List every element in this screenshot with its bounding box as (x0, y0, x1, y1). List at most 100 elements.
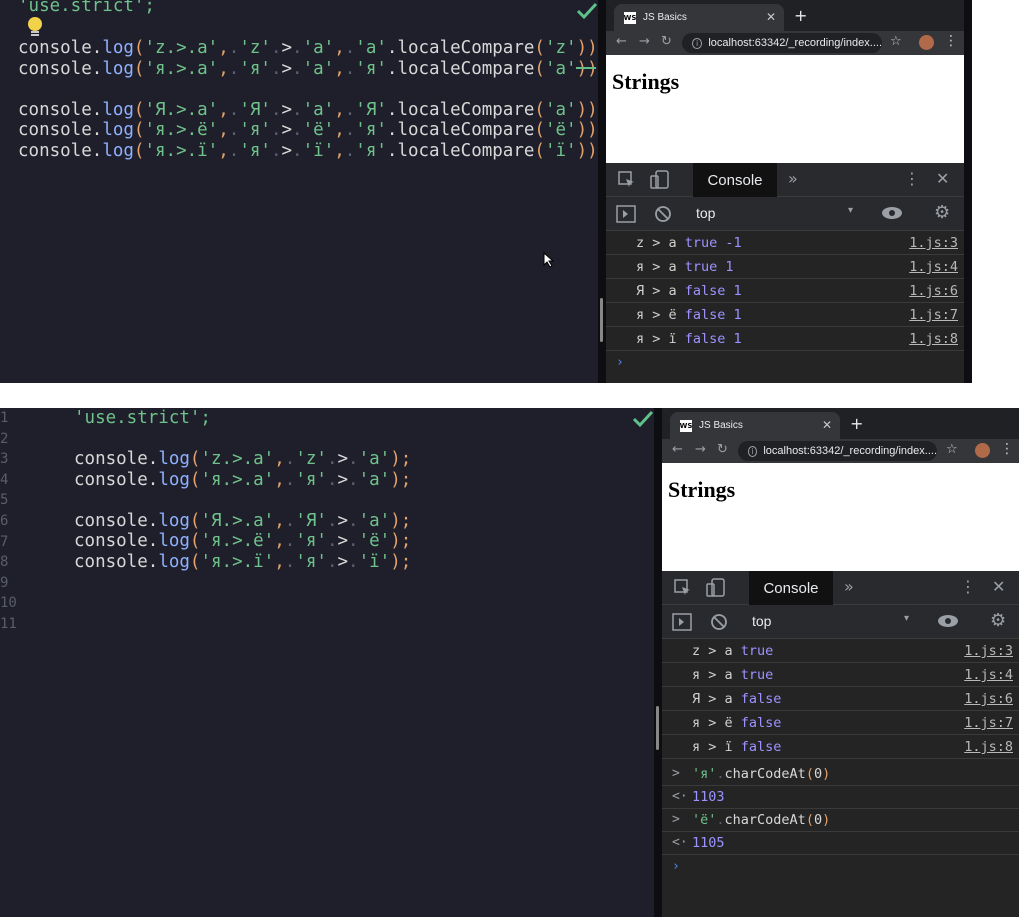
context-dropdown-icon[interactable]: ▾ (904, 613, 909, 624)
log-source-link[interactable]: 1.js:6 (909, 283, 958, 299)
info-icon[interactable]: i (692, 37, 703, 49)
new-tab-icon[interactable]: + (850, 414, 863, 433)
log-value: true 1 (684, 259, 734, 275)
console-command: 'ё'.charCodeAt(0) (692, 812, 831, 828)
avatar[interactable] (975, 443, 990, 458)
device-toolbar-icon[interactable] (706, 578, 726, 598)
log-message: я > ё false 1 (636, 307, 742, 323)
favicon: WS (679, 419, 693, 432)
code-line[interactable]: console.log('Я.>.a',.'Я'.>.'a'); (74, 511, 411, 531)
sidebar-toggle-icon[interactable] (616, 205, 636, 223)
splitter[interactable] (598, 0, 606, 383)
url-field[interactable]: i localhost:63342/_recording/index.... (738, 441, 937, 461)
avatar[interactable] (919, 35, 934, 50)
browser-tab[interactable]: WS JS Basics ✕ (614, 4, 784, 31)
browser-tab[interactable]: WS JS Basics ✕ (670, 412, 840, 439)
log-value: false 1 (684, 283, 742, 299)
context-selector[interactable]: top (752, 613, 771, 629)
top-editor[interactable]: 'use.strict'; console.log('z.>.a',.'z'.>… (0, 0, 598, 383)
log-message: z > a true (692, 643, 774, 659)
log-source-link[interactable]: 1.js:7 (964, 715, 1013, 731)
code-line[interactable]: console.log('z.>.a',.'z'.>.'a',.'a'.loca… (18, 38, 598, 58)
console-input-row: > 'ё'.charCodeAt(0) (662, 809, 1019, 832)
address-bar: ← → ↻ i localhost:63342/_recording/index… (662, 439, 1019, 463)
menu-kebab-icon[interactable]: ⋮ (944, 33, 958, 49)
console-prompt-icon[interactable]: › (672, 859, 680, 874)
log-source-link[interactable]: 1.js:8 (964, 739, 1013, 755)
console-prompt-icon[interactable]: › (616, 355, 624, 370)
close-devtools-icon[interactable]: ✕ (992, 577, 1005, 596)
code-line[interactable]: console.log('z.>.a',.'z'.>.'a'); (74, 449, 411, 469)
check-icon (632, 410, 654, 428)
use-strict-line[interactable]: 'use.strict'; (74, 408, 211, 428)
more-tabs-icon[interactable]: » (788, 169, 798, 188)
tab-close-icon[interactable]: ✕ (766, 10, 776, 24)
log-source-link[interactable]: 1.js:7 (909, 307, 958, 323)
back-icon[interactable]: ← (616, 34, 627, 49)
tab-bar: WS JS Basics ✕ + (662, 408, 1019, 439)
log-source-link[interactable]: 1.js:4 (909, 259, 958, 275)
context-selector[interactable]: top (696, 205, 715, 221)
eye-icon[interactable] (881, 206, 903, 220)
tab-bar: WS JS Basics ✕ + (606, 0, 964, 31)
console-result-row: <· 1103 (662, 786, 1019, 809)
star-icon[interactable]: ☆ (946, 442, 958, 457)
log-source-link[interactable]: 1.js:3 (964, 643, 1013, 659)
new-tab-icon[interactable]: + (794, 6, 807, 25)
log-source-link[interactable]: 1.js:6 (964, 691, 1013, 707)
log-source-link[interactable]: 1.js:3 (909, 235, 958, 251)
log-message: я > ё false (692, 715, 782, 731)
device-toolbar-icon[interactable] (650, 170, 670, 190)
code-line[interactable]: console.log('я.>.a',.'я'.>.'a',.'я'.loca… (18, 59, 598, 79)
mouse-cursor-icon (543, 252, 555, 268)
address-bar: ← → ↻ i localhost:63342/_recording/index… (606, 31, 964, 55)
bottom-editor[interactable]: 1 2 3 4 5 6 7 8 9 10 11 'use.strict'; console.log(… (0, 408, 654, 917)
console-log-row: я > ї false 1 1.js:8 (606, 327, 964, 351)
settings-gear-icon[interactable]: ⚙ (990, 610, 1006, 631)
use-strict-line[interactable]: 'use.strict'; (18, 0, 155, 16)
sidebar-toggle-icon[interactable] (672, 613, 692, 631)
result-arrow-icon: <· (672, 789, 688, 804)
input-prompt-icon: > (672, 766, 680, 781)
inspect-element-icon[interactable] (674, 579, 692, 597)
devtools-menu-icon[interactable]: ⋮ (960, 577, 976, 596)
tab-console[interactable]: Console (749, 571, 833, 605)
eye-icon[interactable] (937, 614, 959, 628)
close-devtools-icon[interactable]: ✕ (936, 169, 949, 188)
tab-close-icon[interactable]: ✕ (822, 418, 832, 432)
context-dropdown-icon[interactable]: ▾ (848, 205, 853, 216)
console-command: 'я'.charCodeAt(0) (692, 766, 831, 782)
star-icon[interactable]: ☆ (890, 34, 902, 49)
log-source-link[interactable]: 1.js:8 (909, 331, 958, 347)
code-line[interactable]: console.log('я.>.ї',.'я'.>.'ї'); (74, 552, 411, 572)
clear-console-icon[interactable] (710, 613, 728, 631)
splitter[interactable] (654, 408, 662, 917)
code-line[interactable]: console.log('я.>.a',.'я'.>.'a'); (74, 470, 411, 490)
log-value: true -1 (684, 235, 742, 251)
console-log-row: я > ё false 1 1.js:7 (606, 303, 964, 327)
info-icon[interactable]: i (748, 445, 758, 457)
code-line[interactable]: console.log('я.>.ї',.'я'.>.'ї',.'я'.loca… (18, 141, 598, 161)
menu-kebab-icon[interactable]: ⋮ (1000, 441, 1014, 457)
reload-icon[interactable]: ↻ (717, 442, 728, 457)
log-message: я > a true 1 (636, 259, 734, 275)
forward-icon[interactable]: → (695, 442, 706, 457)
back-icon[interactable]: ← (672, 442, 683, 457)
page-heading: Strings (668, 477, 736, 502)
line-number: 10 (0, 595, 17, 612)
console-filter-bar: top ▾ ⚙ (606, 197, 964, 231)
code-line[interactable]: console.log('я.>.ё',.'я'.>.'ё',.'я'.loca… (18, 120, 598, 140)
lightbulb-icon[interactable] (26, 16, 44, 40)
forward-icon[interactable]: → (639, 34, 650, 49)
more-tabs-icon[interactable]: » (844, 577, 854, 596)
inspect-element-icon[interactable] (618, 171, 636, 189)
tab-console[interactable]: Console (693, 163, 777, 197)
code-line[interactable]: console.log('я.>.ё',.'я'.>.'ё'); (74, 531, 411, 551)
log-source-link[interactable]: 1.js:4 (964, 667, 1013, 683)
code-line[interactable]: console.log('Я.>.a',.'Я'.>.'a',.'Я'.loca… (18, 100, 598, 120)
devtools-menu-icon[interactable]: ⋮ (904, 169, 920, 188)
clear-console-icon[interactable] (654, 205, 672, 223)
url-field[interactable]: i localhost:63342/_recording/index.... (682, 33, 882, 53)
settings-gear-icon[interactable]: ⚙ (934, 202, 950, 223)
reload-icon[interactable]: ↻ (661, 34, 672, 49)
